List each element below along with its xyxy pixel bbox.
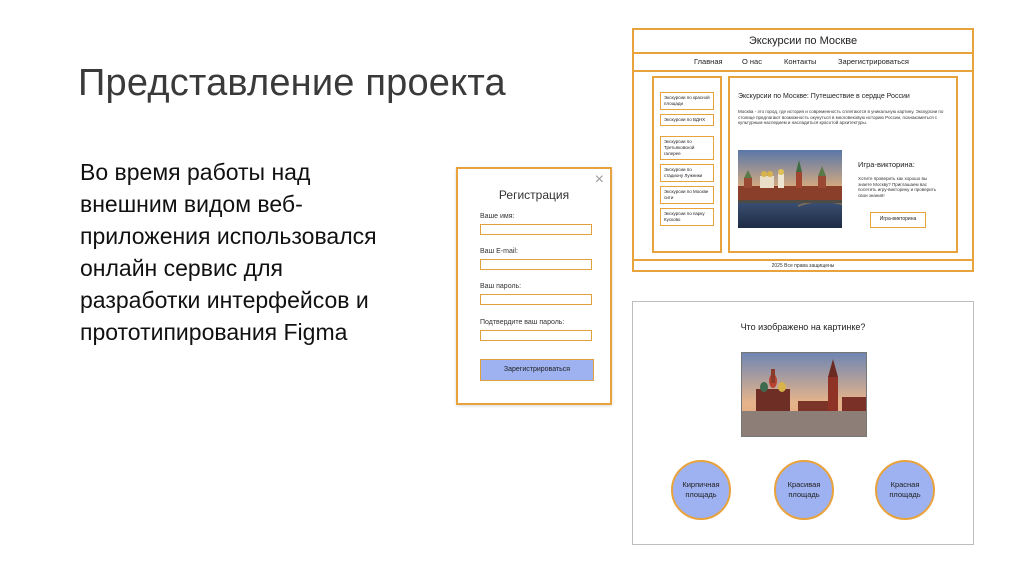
nav-contacts[interactable]: Контакты [784,57,816,66]
main-heading: Экскурсии по Москве: Путешествие в сердц… [738,93,910,100]
site-footer: 2025 Все права защищены [634,259,972,272]
name-field[interactable] [480,224,592,235]
answer-option[interactable]: Красивая площадь [774,460,834,520]
sidebar-item[interactable]: Экскурсии по Третьяковской галерее [660,136,714,160]
website-mockup: Экскурсии по Москве Главная О нас Контак… [632,28,974,272]
slide-body: Во время работы над внешним видом веб- п… [80,156,450,348]
answer-option[interactable]: Кирпичная площадь [671,460,731,520]
sidebar-item[interactable]: Экскурсии по парку Кусково [660,208,714,226]
quiz-mockup: Что изображено на картинке? Кирпичная пл [632,301,974,545]
body-line: Во время работы над [80,159,311,185]
register-button[interactable]: Зарегистрироваться [480,359,594,381]
sidebar-item[interactable]: Экскурсии по красной площади [660,92,714,110]
quiz-promo-title: Игра-викторина: [858,160,915,169]
sidebar-item[interactable]: Экскурсии по Москве сити [660,186,714,204]
quiz-promo-text: Хотите проверить как хорошо вы знаете Мо… [858,176,937,198]
nav-register[interactable]: Зарегистрироваться [838,57,909,66]
password-field[interactable] [480,294,592,305]
red-square-photo [741,352,867,437]
quiz-promo-button[interactable]: Игра-викторина [870,212,926,228]
email-field[interactable] [480,259,592,270]
email-label: Ваш E-mail: [480,248,518,255]
confirm-password-label: Подтвердите ваш пароль: [480,319,565,326]
nav-home[interactable]: Главная [694,57,723,66]
body-line: прототипирования Figma [80,319,348,345]
sidebar-item[interactable]: Экскурсии по стадиону Лужники [660,164,714,182]
password-label: Ваш пароль: [480,283,522,290]
confirm-password-field[interactable] [480,330,592,341]
site-main: Экскурсии по Москве: Путешествие в сердц… [728,76,958,253]
body-line: приложения использовался [80,223,377,249]
close-icon[interactable]: × [595,172,604,188]
name-label: Ваше имя: [480,213,515,220]
registration-mockup: × Регистрация Ваше имя: Ваш E-mail: Ваш … [456,167,612,405]
registration-title: Регистрация [498,188,570,202]
site-nav: Главная О нас Контакты Зарегистрироватьс… [634,54,972,72]
main-intro: Москва - это город, где история и соврем… [738,109,944,125]
quiz-question: Что изображено на картинке? [740,322,866,332]
site-sidebar: Экскурсии по красной площади Экскурсии п… [652,76,722,253]
site-header: Экскурсии по Москве [634,30,972,54]
body-line: разработки интерфейсов и [80,287,369,313]
body-line: внешним видом веб- [80,191,303,217]
body-line: онлайн сервис для [80,255,283,281]
slide-title: Представление проекта [78,62,506,104]
answer-option[interactable]: Красная площадь [875,460,935,520]
sidebar-item[interactable]: Экскурсии по ВДНХ [660,114,714,126]
nav-about[interactable]: О нас [742,57,762,66]
kremlin-photo [738,150,842,228]
